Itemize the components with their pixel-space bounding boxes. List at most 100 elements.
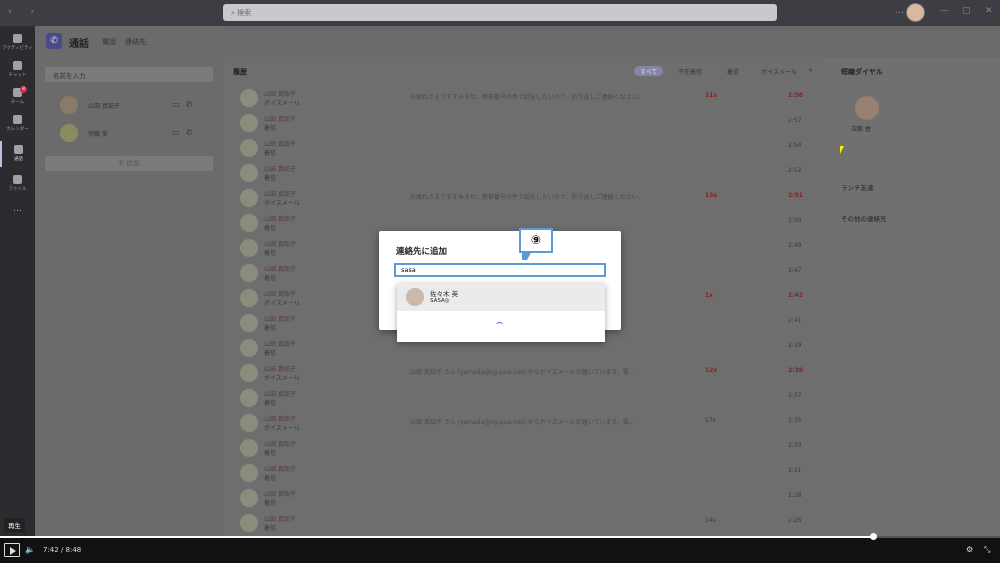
call-time: 2:31	[788, 467, 802, 474]
call-message: お疲れさまですすみませ。携帯番号の件で話をしたいので、折り返しご連絡ください。	[410, 194, 644, 201]
speed-dial-title: 短縮ダイヤル	[841, 68, 883, 76]
filter-voicemail[interactable]: ボイスメール	[755, 66, 803, 76]
more-options-icon[interactable]: …	[895, 6, 904, 16]
table-row[interactable]: 山田 真知子 ボイスメール お疲れさまですすみませ。携帯番号の件で話をしたいので、折…	[240, 86, 810, 111]
group-lunch-friends[interactable]: ランチ友達	[841, 182, 874, 192]
speed-dial-contact-name: 次郎 佐	[851, 126, 871, 133]
video-icon[interactable]: ▭	[172, 128, 186, 137]
avatar[interactable]	[855, 96, 879, 120]
rail-more[interactable]: …	[0, 204, 35, 230]
call-time: 2:58	[788, 92, 803, 99]
caller-name: 山田 真知子	[264, 266, 296, 273]
call-type: 着信	[264, 475, 277, 482]
rail-calendar[interactable]: カレンダー	[0, 111, 35, 137]
rail-chat[interactable]: チャット	[0, 57, 35, 83]
speed-dial-panel	[823, 57, 1000, 537]
caller-name: 山田 真知子	[264, 91, 296, 98]
contact-actions[interactable]: ▭✆	[172, 100, 198, 109]
contact-item[interactable]: 伊藤 実 ▭✆	[60, 124, 210, 144]
call-message: 山田 真知子 さん (yamada@sg-plus.net) からボイスメールが…	[410, 369, 635, 376]
tab-phone[interactable]: 電話	[102, 37, 116, 47]
settings-icon[interactable]: ⚙	[966, 545, 973, 554]
caller-name: 山田 真知子	[264, 441, 296, 448]
call-time: 2:57	[788, 117, 802, 124]
call-duration: 11s	[705, 92, 717, 99]
contact-name-field[interactable]	[401, 266, 599, 274]
phone-icon[interactable]: ✆	[186, 100, 199, 109]
tab-contacts[interactable]: 連絡先	[125, 37, 146, 47]
call-time: 2:51	[788, 192, 803, 199]
table-row[interactable]: 山田 真知子 着信 2:33	[240, 436, 810, 461]
call-message: 山田 真知子 さん (yamada@sg-plus.net) からボイスメールが…	[410, 419, 635, 426]
search-results-dropdown: 佐々木 英 SASA◎	[397, 283, 605, 342]
table-row[interactable]: 山田 真知子 ボイスメール お疲れさまですすみませ。携帯番号の件で話をしたいので、折…	[240, 186, 810, 211]
call-duration: 17s	[705, 417, 716, 424]
nav-arrows[interactable]: ‹ ›	[8, 7, 42, 17]
close-icon[interactable]: ✕	[985, 6, 993, 16]
call-duration: 13s	[705, 192, 717, 199]
maximize-icon[interactable]: ▢	[962, 6, 971, 16]
table-row[interactable]: 山田 真知子 ボイスメール 山田 真知子 さん (yamada@sg-plus.ne…	[240, 411, 810, 436]
avatar	[406, 288, 424, 306]
table-row[interactable]: 山田 真知子 着信 14s 2:26	[240, 511, 810, 536]
call-type: ボイスメール	[264, 425, 300, 432]
caller-name: 山田 真知子	[264, 166, 296, 173]
video-icon[interactable]: ▭	[172, 100, 186, 109]
avatar	[240, 339, 258, 357]
add-speed-dial-button[interactable]: ✆ 追加	[45, 156, 213, 171]
contact-actions[interactable]: ▭✆	[172, 128, 198, 137]
avatar	[240, 314, 258, 332]
minimize-icon[interactable]: —	[940, 6, 949, 16]
group-other-contacts[interactable]: その他の連絡先	[841, 213, 887, 223]
rail-calls[interactable]: 通話	[0, 141, 35, 167]
table-row[interactable]: 山田 真知子 着信 2:54	[240, 136, 810, 161]
global-search-input[interactable]: ⌕ 検索	[223, 4, 777, 21]
call-type: 着信	[264, 150, 277, 157]
table-row[interactable]: 山田 真知子 着信 2:37	[240, 386, 810, 411]
contact-name: 伊藤 実	[88, 131, 108, 138]
caller-name: 山田 真知子	[264, 241, 296, 248]
filter-incoming[interactable]: 着信	[721, 66, 745, 76]
call-time: 2:39	[788, 342, 802, 349]
filter-missed[interactable]: 不在着信	[672, 66, 708, 76]
play-tooltip: 再生	[4, 518, 25, 532]
phone-icon[interactable]: ✆	[186, 128, 199, 137]
play-button[interactable]	[4, 543, 20, 557]
rail-teams[interactable]: 8 チーム	[0, 84, 35, 110]
avatar	[240, 489, 258, 507]
profile-avatar[interactable]	[906, 3, 925, 22]
search-result-item[interactable]: 佐々木 英 SASA◎	[397, 283, 605, 311]
callout-pointer	[522, 251, 532, 260]
step-callout: ⑨	[519, 228, 553, 253]
exit-fullscreen-icon[interactable]: ⤡	[984, 545, 990, 555]
table-row[interactable]: 山田 真知子 着信 2:31	[240, 461, 810, 486]
mouse-cursor	[840, 146, 844, 154]
call-time: 2:37	[788, 392, 802, 399]
filter-all[interactable]: すべて	[634, 66, 664, 76]
call-type: ボイスメール	[264, 100, 300, 107]
contact-name-input[interactable]	[394, 263, 606, 277]
filter-icon[interactable]: ⩔	[803, 66, 818, 76]
avatar	[240, 289, 258, 307]
call-type: 着信	[264, 450, 277, 457]
dialog-title: 連絡先に追加	[396, 247, 448, 257]
call-time: 2:47	[788, 267, 802, 274]
more-icon: …	[13, 204, 22, 214]
avatar	[240, 89, 258, 107]
teams-badge: 8	[20, 86, 27, 93]
rail-files[interactable]: ファイル	[0, 171, 35, 197]
call-duration: 1x	[705, 292, 714, 299]
table-row[interactable]: 山田 真知子 着信 2:52	[240, 161, 810, 186]
progress-handle[interactable]	[870, 533, 877, 540]
chat-icon	[13, 61, 22, 70]
table-row[interactable]: 山田 真知子 着信 2:57	[240, 111, 810, 136]
table-row[interactable]: 山田 真知子 着信 2:28	[240, 486, 810, 511]
contact-search-input[interactable]: 名前を入力	[45, 67, 213, 82]
contact-item[interactable]: 山田 真知子 ▭✆	[60, 96, 210, 116]
call-time: 2:28	[788, 492, 802, 499]
avatar	[240, 439, 258, 457]
volume-icon[interactable]: 🔈	[25, 545, 35, 554]
call-type: ボイスメール	[264, 375, 300, 382]
rail-activity[interactable]: アクティビティ	[0, 30, 35, 56]
table-row[interactable]: 山田 真知子 ボイスメール 山田 真知子 さん (yamada@sg-plus.ne…	[240, 361, 810, 386]
